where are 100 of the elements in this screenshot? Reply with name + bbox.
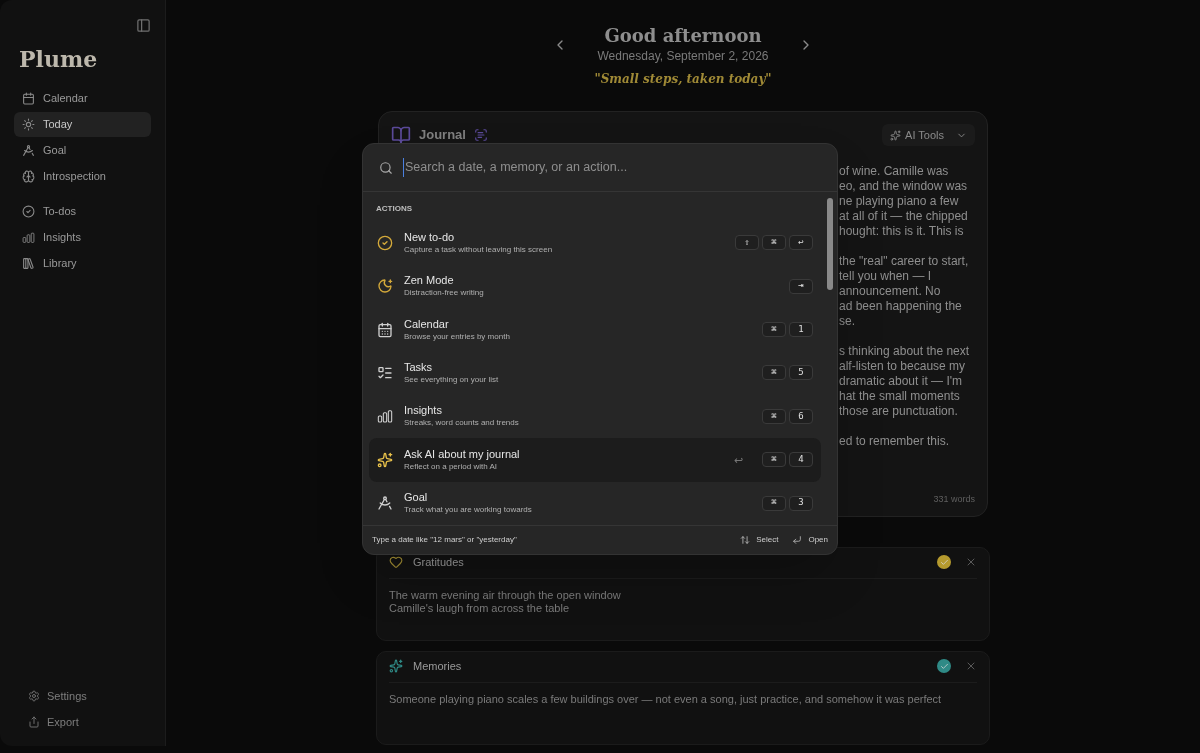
item-subtitle: Track what you are working towards [404,504,533,517]
journal-text: at all of it — the chipped [839,209,969,224]
item-title: New to-do [404,229,456,244]
compass-icon [22,144,35,157]
key-cap: ⌘ [762,408,786,424]
journal-text: announcement. No [839,284,942,299]
section-text: Someone playing piano scales a few buildings over — not even a song, just practice, and somehow it was perfect [389,693,943,706]
key-cap: ⌘ [762,365,786,381]
journal-text: alf-listen to because my [839,359,967,374]
app-logo: Plume [19,45,99,74]
up-down-arrows-icon [740,535,751,545]
key-cap: 3 [789,495,813,511]
item-subtitle: Browse your entries by month [404,330,511,343]
heart-icon [389,555,403,569]
journal-text: se. [839,314,856,329]
item-title: Calendar [404,316,450,331]
settings-icon [28,690,40,702]
journal-text: ne playing piano a few [839,194,960,209]
ai-tools-button[interactable]: AI Tools [882,124,975,146]
key-cap: ⌘ [762,235,786,251]
sparkles-icon [377,451,393,468]
books-icon [22,257,35,270]
section-title: Gratitudes [413,554,464,570]
bar-chart-icon [377,408,393,425]
motto: "Small steps, taken today" [594,71,772,88]
date: Wednesday, September 2, 2026 [597,48,769,64]
journal-text: the "real" career to start, [839,254,970,269]
scrollbar[interactable] [827,198,833,290]
section-label: ACTIONS [375,203,413,215]
palette-item[interactable]: Goal Track what you are working towards ⌘ 3 [369,481,821,525]
search-field[interactable]: Search a date, a memory, or an action... [403,158,821,177]
close-icon[interactable] [965,556,977,568]
scan-icon[interactable] [473,128,488,142]
sidebar-item[interactable]: Settings [14,686,151,706]
moon-icon [377,278,393,295]
return-icon [792,535,803,545]
book-icon [391,125,411,145]
journal-text: hought: this is it. This is [839,224,965,239]
sidebar-item[interactable]: To-dos [14,199,151,224]
journal-title: Journal [419,126,466,145]
sparkles-icon [890,129,902,141]
section-text: The warm evening air through the open window [389,589,622,602]
item-title: Zen Mode [404,273,455,288]
key-cap: ⇧ [735,235,759,251]
palette-item[interactable]: Tasks See everything on your list ⌘ 5 [369,351,821,395]
sidebar-item[interactable]: Today [14,112,151,137]
sidebar-item[interactable]: Introspection [14,164,151,189]
item-subtitle: Streaks, word counts and trends [404,417,520,430]
export-icon [28,716,40,728]
done-toggle[interactable] [937,659,951,673]
journal-text: hat the small moments [839,389,961,404]
key-cap: ↩ [789,235,813,251]
select-hint: Select [756,534,779,546]
journal-text: ad been happening the [839,299,963,314]
bar-chart-icon [22,231,35,244]
journal-text: of wine. Camille was [839,164,950,179]
section-title: Memories [413,658,462,674]
journal-text: dramatic about it — I'm [839,374,963,389]
key-cap: ⇥ [789,278,813,294]
calendar-icon [377,321,393,338]
journal-text: eo, and the window was [839,179,969,194]
palette-item[interactable]: Insights Streaks, word counts and trends ⌘ 6 [369,394,821,439]
check-icon [939,557,949,567]
item-title: Tasks [404,359,434,374]
key-cap: 1 [789,322,813,338]
done-toggle[interactable] [937,555,951,569]
sidebar-item[interactable]: Goal [14,138,151,163]
journal-text: s thinking about the next [839,344,971,359]
sun-icon [22,118,35,131]
journal-text: those are punctuation. [839,404,959,419]
key-cap: ⌘ [762,322,786,338]
key-cap: 5 [789,365,813,381]
sidebar-item[interactable]: Export [14,712,151,732]
close-icon[interactable] [965,660,977,672]
enter-hint: ↩ [734,452,743,468]
section-text: Camille's laugh from across the table [389,602,570,615]
journal-text: tell you when — I [839,269,933,284]
sidebar-toggle-icon[interactable] [136,18,151,33]
sidebar-item[interactable]: Insights [14,225,151,250]
compass-icon [377,495,393,512]
palette-item[interactable]: Calendar Browse your entries by month ⌘ 1 [369,307,821,352]
calendar-icon [22,92,35,105]
sparkles-icon [389,659,403,673]
item-subtitle: Distraction-free writing [404,287,485,300]
footer-hint: Type a date like "12 mars" or "yesterday" [372,534,517,546]
check-circle-icon [22,205,35,218]
sidebar-item[interactable]: Calendar [14,86,151,111]
journal-text: ed to remember this. [839,434,951,449]
greeting: Good afternoon [604,24,762,48]
item-subtitle: See everything on your list [404,373,500,386]
check-circle-icon [377,234,393,251]
item-subtitle: Reflect on a period with AI [404,460,498,473]
open-hint: Open [808,534,828,546]
key-cap: ⌘ [762,495,786,511]
palette-item[interactable]: New to-do Capture a task without leaving this screen ⇧ ⌘ ↩ [369,221,821,265]
sidebar-item[interactable]: Library [14,251,151,276]
palette-item[interactable]: Ask AI about my journal Reflect on a period with AI ↩ ⌘ 4 [369,438,821,482]
item-title: Goal [404,490,429,505]
word-count: 331 words [933,492,975,506]
palette-item[interactable]: Zen Mode Distraction-free writing ⇥ [369,264,821,308]
